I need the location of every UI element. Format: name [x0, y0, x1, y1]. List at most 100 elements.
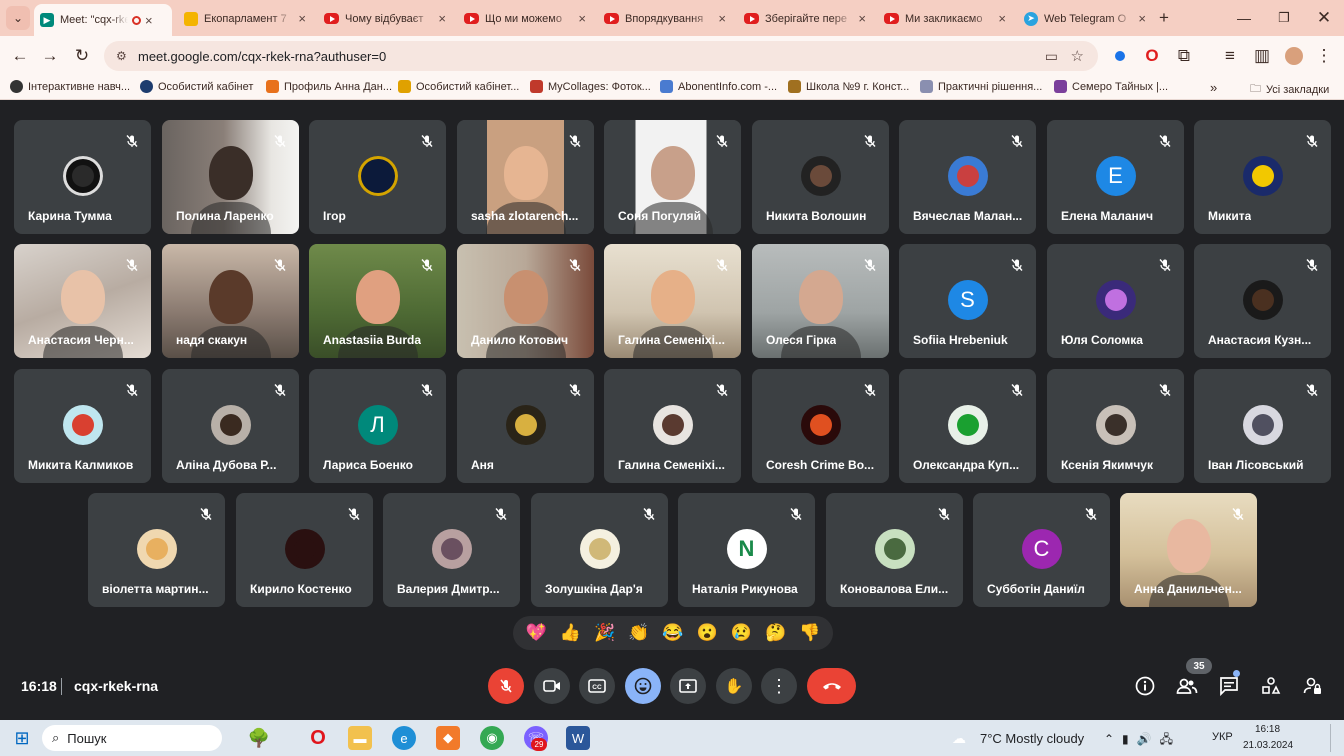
reaction-surprised[interactable]: 😮 [697, 623, 718, 643]
participant-tile[interactable]: Anastasiia Burda [309, 244, 446, 358]
input-language[interactable]: УКР [1212, 731, 1233, 743]
chat-button[interactable] [1217, 674, 1241, 698]
taskbar-widget-tree[interactable]: 🌳 [226, 726, 292, 750]
reaction-thinking[interactable]: 🤔 [765, 623, 786, 643]
bookmark-item[interactable]: Школа №9 г. Конст... [788, 80, 909, 93]
reaction-sad[interactable]: 😢 [731, 623, 752, 643]
bookmark-item[interactable]: MyCollages: Фоток... [530, 80, 651, 93]
site-info-icon[interactable]: ⚙ [116, 49, 127, 63]
reaction-laugh[interactable]: 😂 [662, 623, 683, 643]
participant-tile[interactable]: Олеся Гірка [752, 244, 889, 358]
chrome-icon[interactable]: ◉ [480, 726, 504, 750]
participant-tile[interactable]: Коновалова Ели... [826, 493, 963, 607]
participant-tile[interactable]: Іван Лісовський [1194, 369, 1331, 483]
app-icon[interactable]: ◆ [436, 726, 460, 750]
participant-tile[interactable]: Данило Котович [457, 244, 594, 358]
bookmark-item[interactable]: Профиль Анна Дан... [266, 80, 392, 93]
reactions-button[interactable] [625, 668, 661, 704]
participant-tile[interactable]: Аліна Дубова Р... [162, 369, 299, 483]
tab-youtube-3[interactable]: Впорядкування × [598, 5, 732, 32]
participant-tile[interactable]: Ксенія Якимчук [1047, 369, 1184, 483]
close-tab-icon[interactable]: × [578, 11, 586, 26]
close-tab-icon[interactable]: × [718, 11, 726, 26]
participant-tile[interactable]: Кирило Костенко [236, 493, 373, 607]
tab-youtube-5[interactable]: Ми закликаємо × [878, 5, 1012, 32]
windows-start-icon[interactable]: ⊞ [10, 726, 34, 750]
camera-button[interactable] [534, 668, 570, 704]
participant-tile[interactable]: Валерия Дмитр... [383, 493, 520, 607]
extensions-puzzle-icon[interactable]: ⧉ [1172, 44, 1196, 68]
file-explorer-icon[interactable]: ▬ [348, 726, 372, 750]
taskbar-search-box[interactable]: ⌕ Пошук [42, 725, 222, 751]
participant-tile[interactable]: Микита [1194, 120, 1331, 234]
opera-icon[interactable]: O [306, 726, 330, 750]
more-bookmarks-icon[interactable]: » [1210, 80, 1217, 95]
tab-telegram[interactable]: ➤ Web Telegram O × [1018, 5, 1152, 32]
participant-tile[interactable]: Олександра Куп... [899, 369, 1036, 483]
tab-youtube-1[interactable]: Чому відбуваєт × [318, 5, 452, 32]
participant-tile[interactable]: Вячеслав Малан... [899, 120, 1036, 234]
participant-tile[interactable]: Микита Калмиков [14, 369, 151, 483]
tab-youtube-4[interactable]: Зберігайте пере × [738, 5, 872, 32]
mic-off-button[interactable] [488, 668, 524, 704]
participant-tile[interactable]: Аня [457, 369, 594, 483]
participant-tile[interactable]: E Елена Маланич [1047, 120, 1184, 234]
participant-tile[interactable]: Л Лариса Боенко [309, 369, 446, 483]
system-tray-icons[interactable]: ⌃▮🔊🖧 [1104, 730, 1181, 751]
media-controls-icon[interactable]: ≡ [1218, 44, 1242, 68]
close-tab-icon[interactable]: × [1138, 11, 1146, 26]
close-window-button[interactable]: ✕ [1312, 6, 1336, 30]
participant-tile[interactable]: Галина Семеніхі... [604, 244, 741, 358]
participant-tile[interactable]: Ігор [309, 120, 446, 234]
close-tab-icon[interactable]: × [858, 11, 866, 26]
participant-tile[interactable]: Карина Тумма [14, 120, 151, 234]
close-tab-icon[interactable]: × [998, 11, 1006, 26]
reaction-heart[interactable]: 💖 [526, 623, 547, 643]
bookmark-item[interactable]: Особистий кабінет... [398, 80, 519, 93]
bookmark-item[interactable]: Особистий кабінет [140, 80, 253, 93]
participant-tile[interactable]: sasha zlotarench... [457, 120, 594, 234]
participant-tile[interactable]: надя скакун [162, 244, 299, 358]
leave-call-button[interactable] [807, 668, 856, 704]
back-button[interactable]: ← [8, 44, 32, 68]
activities-button[interactable] [1259, 674, 1283, 698]
maximize-button[interactable]: ❐ [1272, 6, 1296, 30]
bookmark-item[interactable]: Семеро Тайных |... [1054, 80, 1168, 93]
participant-tile[interactable]: Анастасия Кузн... [1194, 244, 1331, 358]
participant-tile[interactable]: Юля Соломка [1047, 244, 1184, 358]
meeting-details-button[interactable] [1133, 674, 1157, 698]
participant-tile[interactable]: C Субботін Даниїл [973, 493, 1110, 607]
reaction-thumbs-up[interactable]: 👍 [560, 623, 581, 643]
address-bar[interactable]: ⚙ meet.google.com/cqx-rkek-rna?authuser=… [104, 41, 1098, 71]
tab-search-chevron-icon[interactable]: ⌄ [6, 6, 30, 30]
profile-avatar[interactable] [1282, 44, 1306, 68]
tab-slides[interactable]: Екопарламент 7 × [178, 5, 312, 32]
close-tab-icon[interactable]: × [298, 11, 306, 26]
bookmark-item[interactable]: AbonentInfo.com -... [660, 80, 777, 93]
raise-hand-button[interactable]: ✋ [716, 668, 752, 704]
participant-tile[interactable]: Галина Семеніхі... [604, 369, 741, 483]
tab-youtube-2[interactable]: Що ми можемо × [458, 5, 592, 32]
close-tab-icon[interactable]: × [438, 11, 446, 26]
extension-dot-icon[interactable] [1108, 44, 1132, 68]
browser-menu-icon[interactable]: ⋮ [1312, 44, 1336, 68]
people-button[interactable] [1175, 674, 1199, 698]
participant-tile[interactable]: Золушкіна Дар'я [531, 493, 668, 607]
bookmark-item[interactable]: Практичні рішення... [920, 80, 1042, 93]
participant-tile[interactable]: Анна Данильчен... [1120, 493, 1257, 607]
reload-button[interactable]: ↻ [70, 44, 94, 68]
reaction-thumbs-down[interactable]: 👎 [799, 623, 820, 643]
show-desktop-button[interactable] [1330, 724, 1340, 752]
word-icon[interactable]: W [566, 726, 590, 750]
all-bookmarks[interactable]: 🗀 Усі закладки [1250, 80, 1329, 99]
captions-button[interactable]: CC [579, 668, 615, 704]
bookmark-star-icon[interactable]: ☆ [1071, 47, 1084, 65]
camera-in-use-icon[interactable]: ▭ [1045, 48, 1058, 65]
participant-tile[interactable]: Никита Волошин [752, 120, 889, 234]
forward-button[interactable]: → [38, 44, 62, 68]
participant-tile[interactable]: S Sofiia Hrebeniuk [899, 244, 1036, 358]
more-options-button[interactable]: ⋮ [761, 668, 797, 704]
reaction-clap[interactable]: 👏 [628, 623, 649, 643]
tab-meet[interactable]: ▶ Meet: "cqx-rkek-rna" × [34, 4, 172, 36]
participant-tile[interactable]: Полина Ларенко [162, 120, 299, 234]
